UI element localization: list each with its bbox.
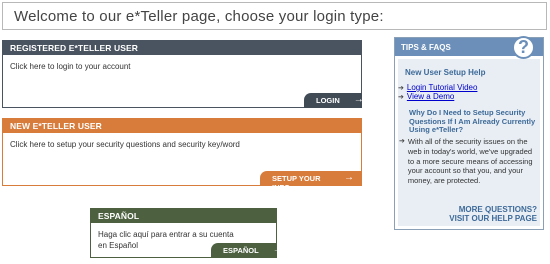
new-user-text[interactable]: Click here to setup your security questi… <box>3 133 361 150</box>
espanol-button[interactable]: ESPAÑOL → <box>211 243 283 258</box>
arrow-right-icon: → <box>344 172 354 183</box>
view-demo-link[interactable]: ➔ View a Demo <box>398 92 454 101</box>
bullet-arrow-icon: ➔ <box>399 138 405 145</box>
registered-user-panel[interactable]: REGISTERED E*TELLER USER Click here to l… <box>2 40 364 108</box>
espanol-panel[interactable]: ESPAÑOL Haga clic aquí para entrar a su … <box>90 208 283 258</box>
espanol-header: ESPAÑOL <box>91 209 276 223</box>
bullet-arrow-icon: ➔ <box>398 94 404 101</box>
setup-info-button-label: SETUP YOUR INFO <box>272 174 321 192</box>
arrow-right-icon: → <box>353 94 364 105</box>
page-title: Welcome to our e*Teller page, choose you… <box>2 2 547 30</box>
registered-user-header: REGISTERED E*TELLER USER <box>3 41 361 55</box>
tips-content: New User Setup Help ➔ Login Tutorial Vide… <box>398 59 540 226</box>
tips-faqs-panel: TIPS & FAQS New User Setup Help ➔ Login T… <box>394 36 544 230</box>
why-setup-question: Why Do I Need to Setup Security Question… <box>409 108 536 134</box>
registered-user-text[interactable]: Click here to login to your account <box>3 55 361 72</box>
question-mark-icon: ? <box>512 36 535 59</box>
why-setup-answer-text: With all of the security issues on the w… <box>407 137 533 186</box>
login-tutorial-video-link[interactable]: ➔ Login Tutorial Video <box>398 83 477 92</box>
bullet-arrow-icon: ➔ <box>398 85 404 92</box>
view-demo-label: View a Demo <box>406 92 455 101</box>
why-setup-answer: ➔ With all of the security issues on the… <box>399 137 539 186</box>
setup-info-button[interactable]: SETUP YOUR INFO → <box>260 171 362 192</box>
arrow-right-icon: → <box>272 244 283 255</box>
new-user-header: NEW E*TELLER USER <box>3 119 361 133</box>
login-tutorial-video-label: Login Tutorial Video <box>406 83 478 92</box>
espanol-button-label: ESPAÑOL <box>223 246 259 255</box>
login-button[interactable]: LOGIN → <box>304 93 364 108</box>
login-button-label: LOGIN <box>316 96 340 105</box>
new-user-panel[interactable]: NEW E*TELLER USER Click here to setup yo… <box>2 118 362 192</box>
help-page-link[interactable]: MORE QUESTIONS? VISIT OUR HELP PAGE <box>449 205 537 223</box>
more-questions-label: MORE QUESTIONS? <box>458 205 537 214</box>
visit-help-page-label: VISIT OUR HELP PAGE <box>449 214 537 223</box>
new-user-setup-help-title: New User Setup Help <box>405 68 486 77</box>
